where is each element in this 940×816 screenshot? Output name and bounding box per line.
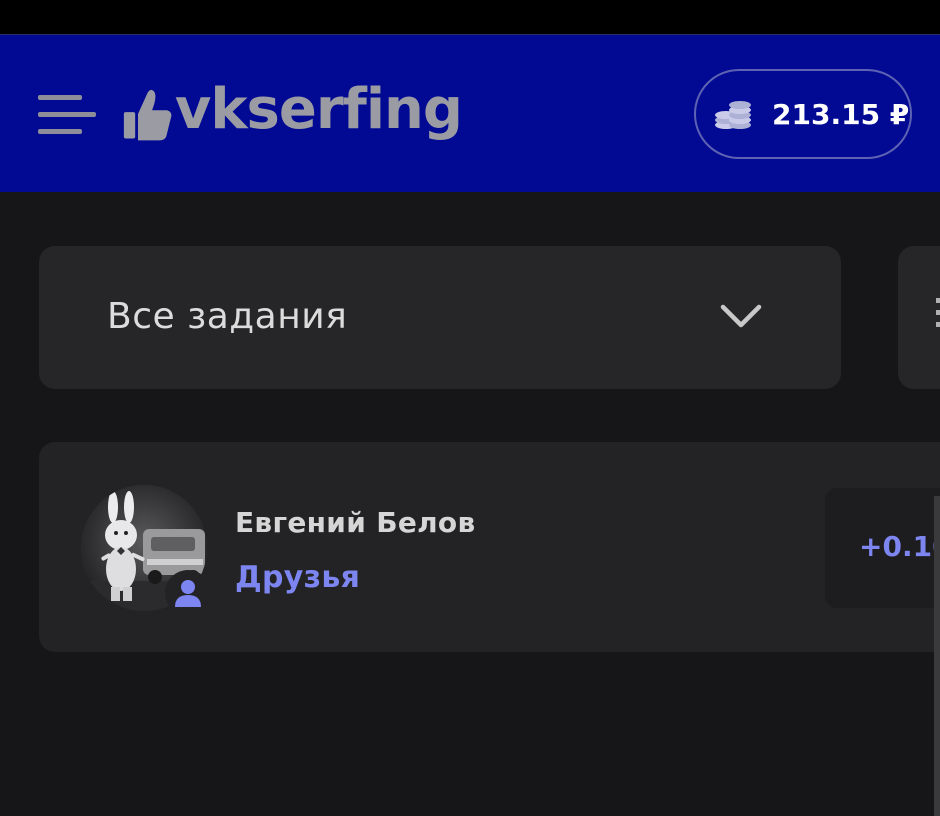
hamburger-menu-icon[interactable] bbox=[38, 91, 98, 139]
user-name[interactable]: Евгений Белов bbox=[235, 506, 476, 539]
app-logo[interactable]: vkserfing bbox=[122, 73, 463, 155]
user-icon bbox=[175, 580, 201, 607]
reward-button[interactable]: +0.10 bbox=[825, 488, 940, 608]
logo-text: vkserfing bbox=[174, 77, 463, 142]
chevron-down-icon bbox=[720, 304, 762, 328]
task-type-label: Друзья bbox=[235, 560, 361, 595]
coins-icon bbox=[715, 101, 751, 129]
task-filter-dropdown[interactable]: Все задания bbox=[39, 246, 841, 389]
friend-badge bbox=[165, 570, 211, 616]
balance-value: 213.15 ₽ bbox=[772, 97, 910, 131]
reward-value: +0.10 bbox=[859, 530, 940, 563]
filter-icon bbox=[936, 298, 940, 327]
status-bar bbox=[0, 0, 940, 34]
filter-selected-label: Все задания bbox=[107, 296, 348, 337]
thumbs-up-icon bbox=[123, 89, 172, 141]
secondary-filter-button[interactable] bbox=[898, 246, 940, 389]
app-header: vkserfing 213.15 ₽ bbox=[0, 34, 940, 192]
balance-button[interactable]: 213.15 ₽ bbox=[694, 69, 912, 159]
task-card[interactable]: Евгений Белов Друзья +0.10 bbox=[39, 442, 940, 652]
scrollbar[interactable] bbox=[934, 496, 940, 816]
